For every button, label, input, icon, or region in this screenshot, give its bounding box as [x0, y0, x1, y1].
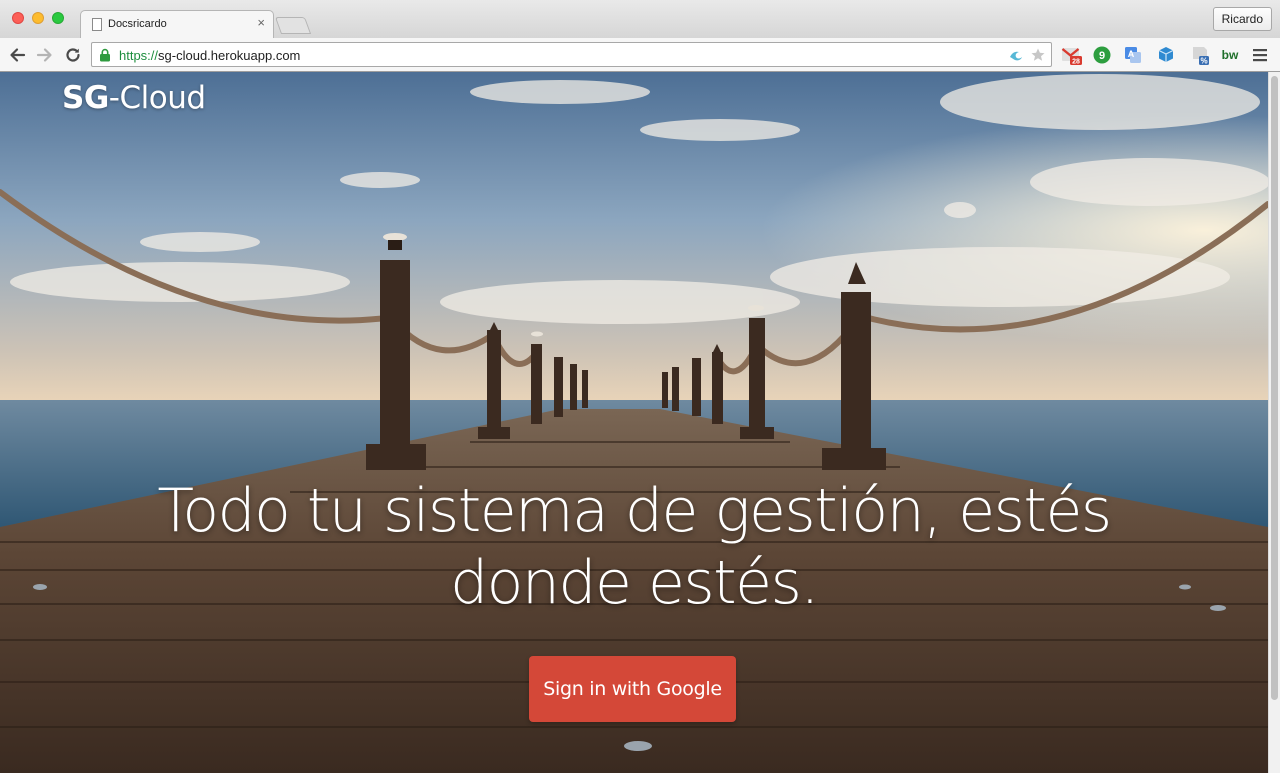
- page-icon: [92, 18, 102, 31]
- hero-headline: Todo tu sistema de gestión, estés donde …: [0, 475, 1268, 619]
- new-tab-button[interactable]: [274, 17, 312, 34]
- window-minimize-button[interactable]: [32, 12, 44, 24]
- svg-text:9: 9: [1099, 50, 1105, 62]
- site-logo[interactable]: SG-Cloud: [62, 80, 206, 116]
- svg-text:28: 28: [1072, 59, 1080, 66]
- hero-headline-line-1: Todo tu sistema de gestión, estés: [157, 476, 1112, 546]
- page-viewport: SG-Cloud Todo tu sistema de gestión, est…: [0, 72, 1268, 773]
- url-text[interactable]: https://sg-cloud.herokuapp.com: [119, 48, 300, 63]
- scrollbar-thumb[interactable]: [1271, 76, 1278, 700]
- vertical-scrollbar[interactable]: [1268, 72, 1280, 773]
- browser-titlebar: Docsricardo × Ricardo: [0, 0, 1280, 38]
- wave-extension-icon[interactable]: [1008, 47, 1024, 63]
- tab-close-icon[interactable]: ×: [257, 16, 265, 30]
- svg-text:%: %: [1200, 57, 1207, 66]
- back-icon[interactable]: [6, 44, 28, 66]
- bookmark-star-icon[interactable]: [1030, 47, 1046, 63]
- browser-toolbar: https://sg-cloud.herokuapp.com 28 9 A % …: [0, 38, 1280, 72]
- sign-in-with-google-button[interactable]: Sign in with Google: [529, 656, 736, 722]
- svg-text:bw: bw: [1222, 48, 1239, 62]
- svg-text:A: A: [1128, 49, 1135, 59]
- evernote-icon[interactable]: 9: [1091, 44, 1113, 66]
- translate-icon[interactable]: A: [1122, 44, 1144, 66]
- bw-icon[interactable]: bw: [1219, 44, 1241, 66]
- tab-title: Docsricardo: [108, 18, 167, 30]
- hero-headline-line-2: donde estés.: [450, 548, 819, 618]
- cube-icon[interactable]: [1155, 44, 1177, 66]
- browser-tab[interactable]: Docsricardo ×: [80, 10, 274, 38]
- window-close-button[interactable]: [12, 12, 24, 24]
- lock-icon: [100, 48, 110, 62]
- hamburger-menu-icon[interactable]: [1251, 46, 1269, 64]
- window-maximize-button[interactable]: [52, 12, 64, 24]
- gmail-icon[interactable]: 28: [1060, 44, 1082, 66]
- profile-button[interactable]: Ricardo: [1212, 7, 1272, 31]
- discount-icon[interactable]: %: [1189, 44, 1211, 66]
- forward-icon[interactable]: [34, 44, 56, 66]
- reload-icon[interactable]: [62, 44, 84, 66]
- address-bar[interactable]: https://sg-cloud.herokuapp.com: [91, 42, 1052, 67]
